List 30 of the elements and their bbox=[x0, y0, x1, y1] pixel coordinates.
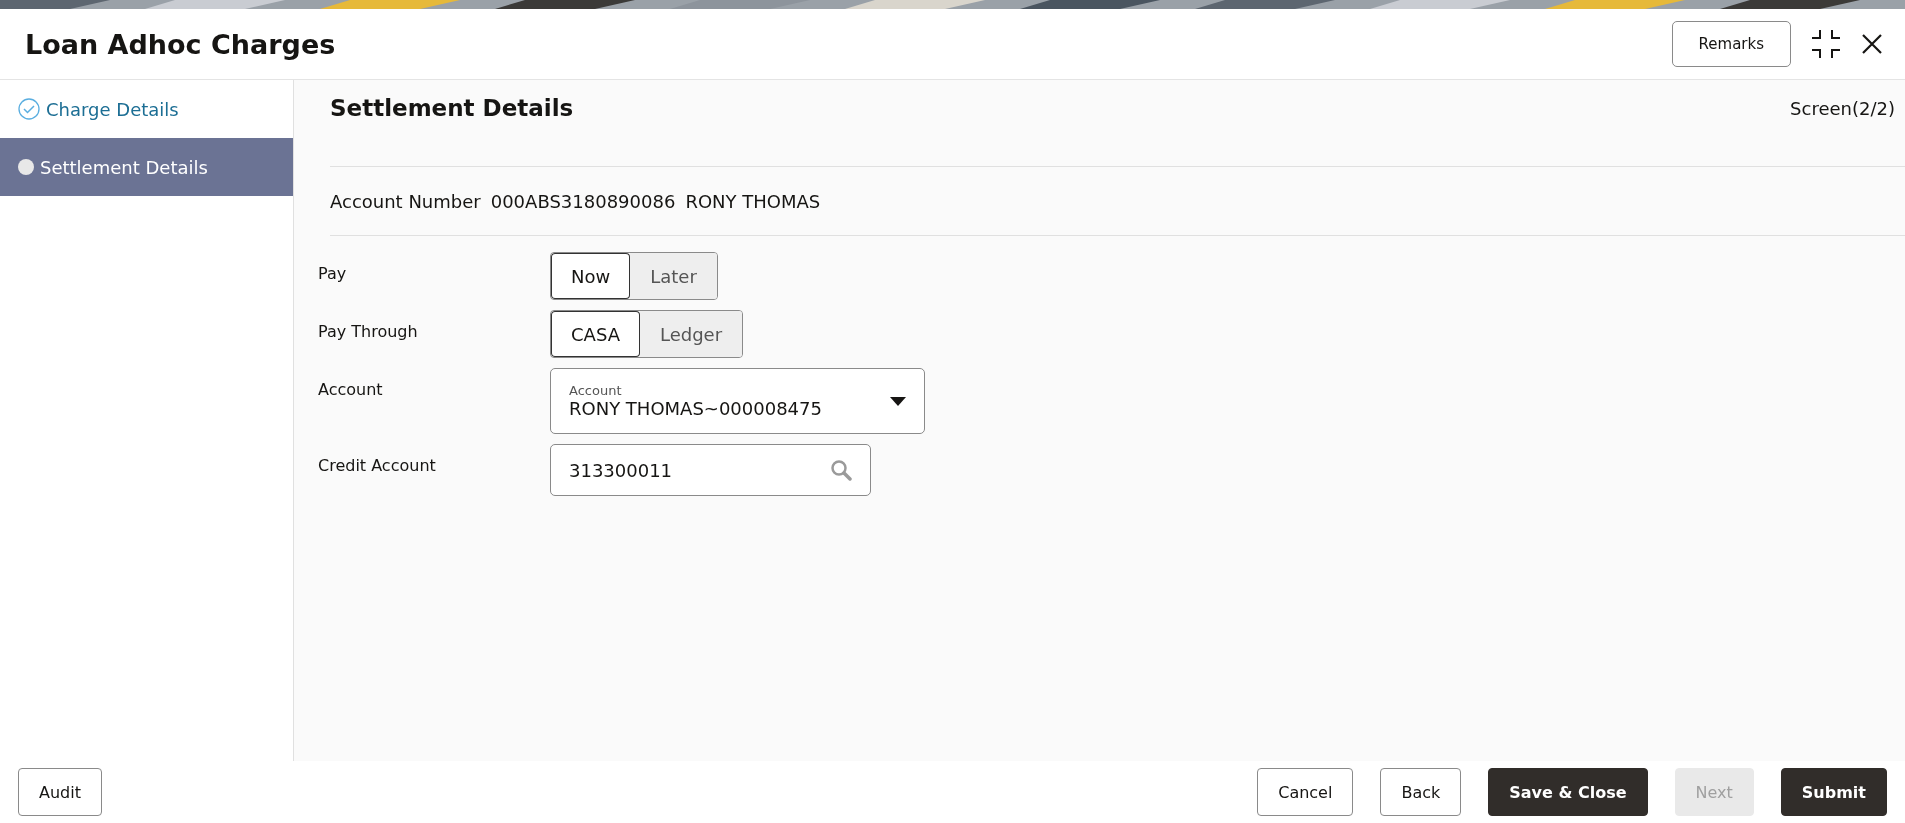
field-label: Pay bbox=[318, 263, 348, 283]
footer-button[interactable]: Cancel bbox=[1257, 768, 1354, 816]
toggle-option[interactable]: Ledger bbox=[639, 311, 743, 357]
caret-icon bbox=[890, 396, 906, 406]
collapse-icon[interactable] bbox=[1811, 29, 1841, 59]
field-label: Account bbox=[318, 379, 384, 399]
remarks-button[interactable]: Remarks bbox=[1671, 21, 1791, 67]
account-name: RONY THOMAS bbox=[685, 190, 821, 212]
check-circle-icon bbox=[18, 98, 40, 120]
action-button[interactable]: Submit bbox=[1780, 768, 1887, 816]
screen-counter: Screen(2/2) bbox=[1790, 97, 1896, 119]
account-number: 000ABS3180890086 bbox=[490, 190, 676, 212]
credit-account-field[interactable]: 313300011 bbox=[550, 444, 871, 496]
account-dropdown[interactable]: Account RONY THOMAS~000008475 bbox=[550, 368, 925, 434]
window-title: Loan Adhoc Charges bbox=[25, 28, 337, 60]
toggle-option[interactable]: Later bbox=[630, 253, 717, 299]
footer-button[interactable]: Audit bbox=[18, 768, 102, 816]
section-title: Settlement Details bbox=[330, 95, 575, 121]
step-dot-icon bbox=[18, 159, 34, 175]
search-icon[interactable] bbox=[830, 459, 852, 481]
field-label: Account Number bbox=[330, 190, 481, 212]
field-label: Pay Through bbox=[318, 321, 419, 341]
toggle-option[interactable]: Now bbox=[551, 253, 631, 299]
action-button[interactable]: Save & Close bbox=[1488, 768, 1648, 816]
footer-button[interactable]: Back bbox=[1380, 768, 1462, 816]
step-item[interactable]: Settlement Details bbox=[0, 138, 293, 196]
field-label: Credit Account bbox=[318, 455, 437, 475]
step-item[interactable]: Charge Details bbox=[0, 80, 293, 138]
close-icon[interactable] bbox=[1861, 33, 1883, 55]
toggle-option[interactable]: CASA bbox=[551, 311, 640, 357]
